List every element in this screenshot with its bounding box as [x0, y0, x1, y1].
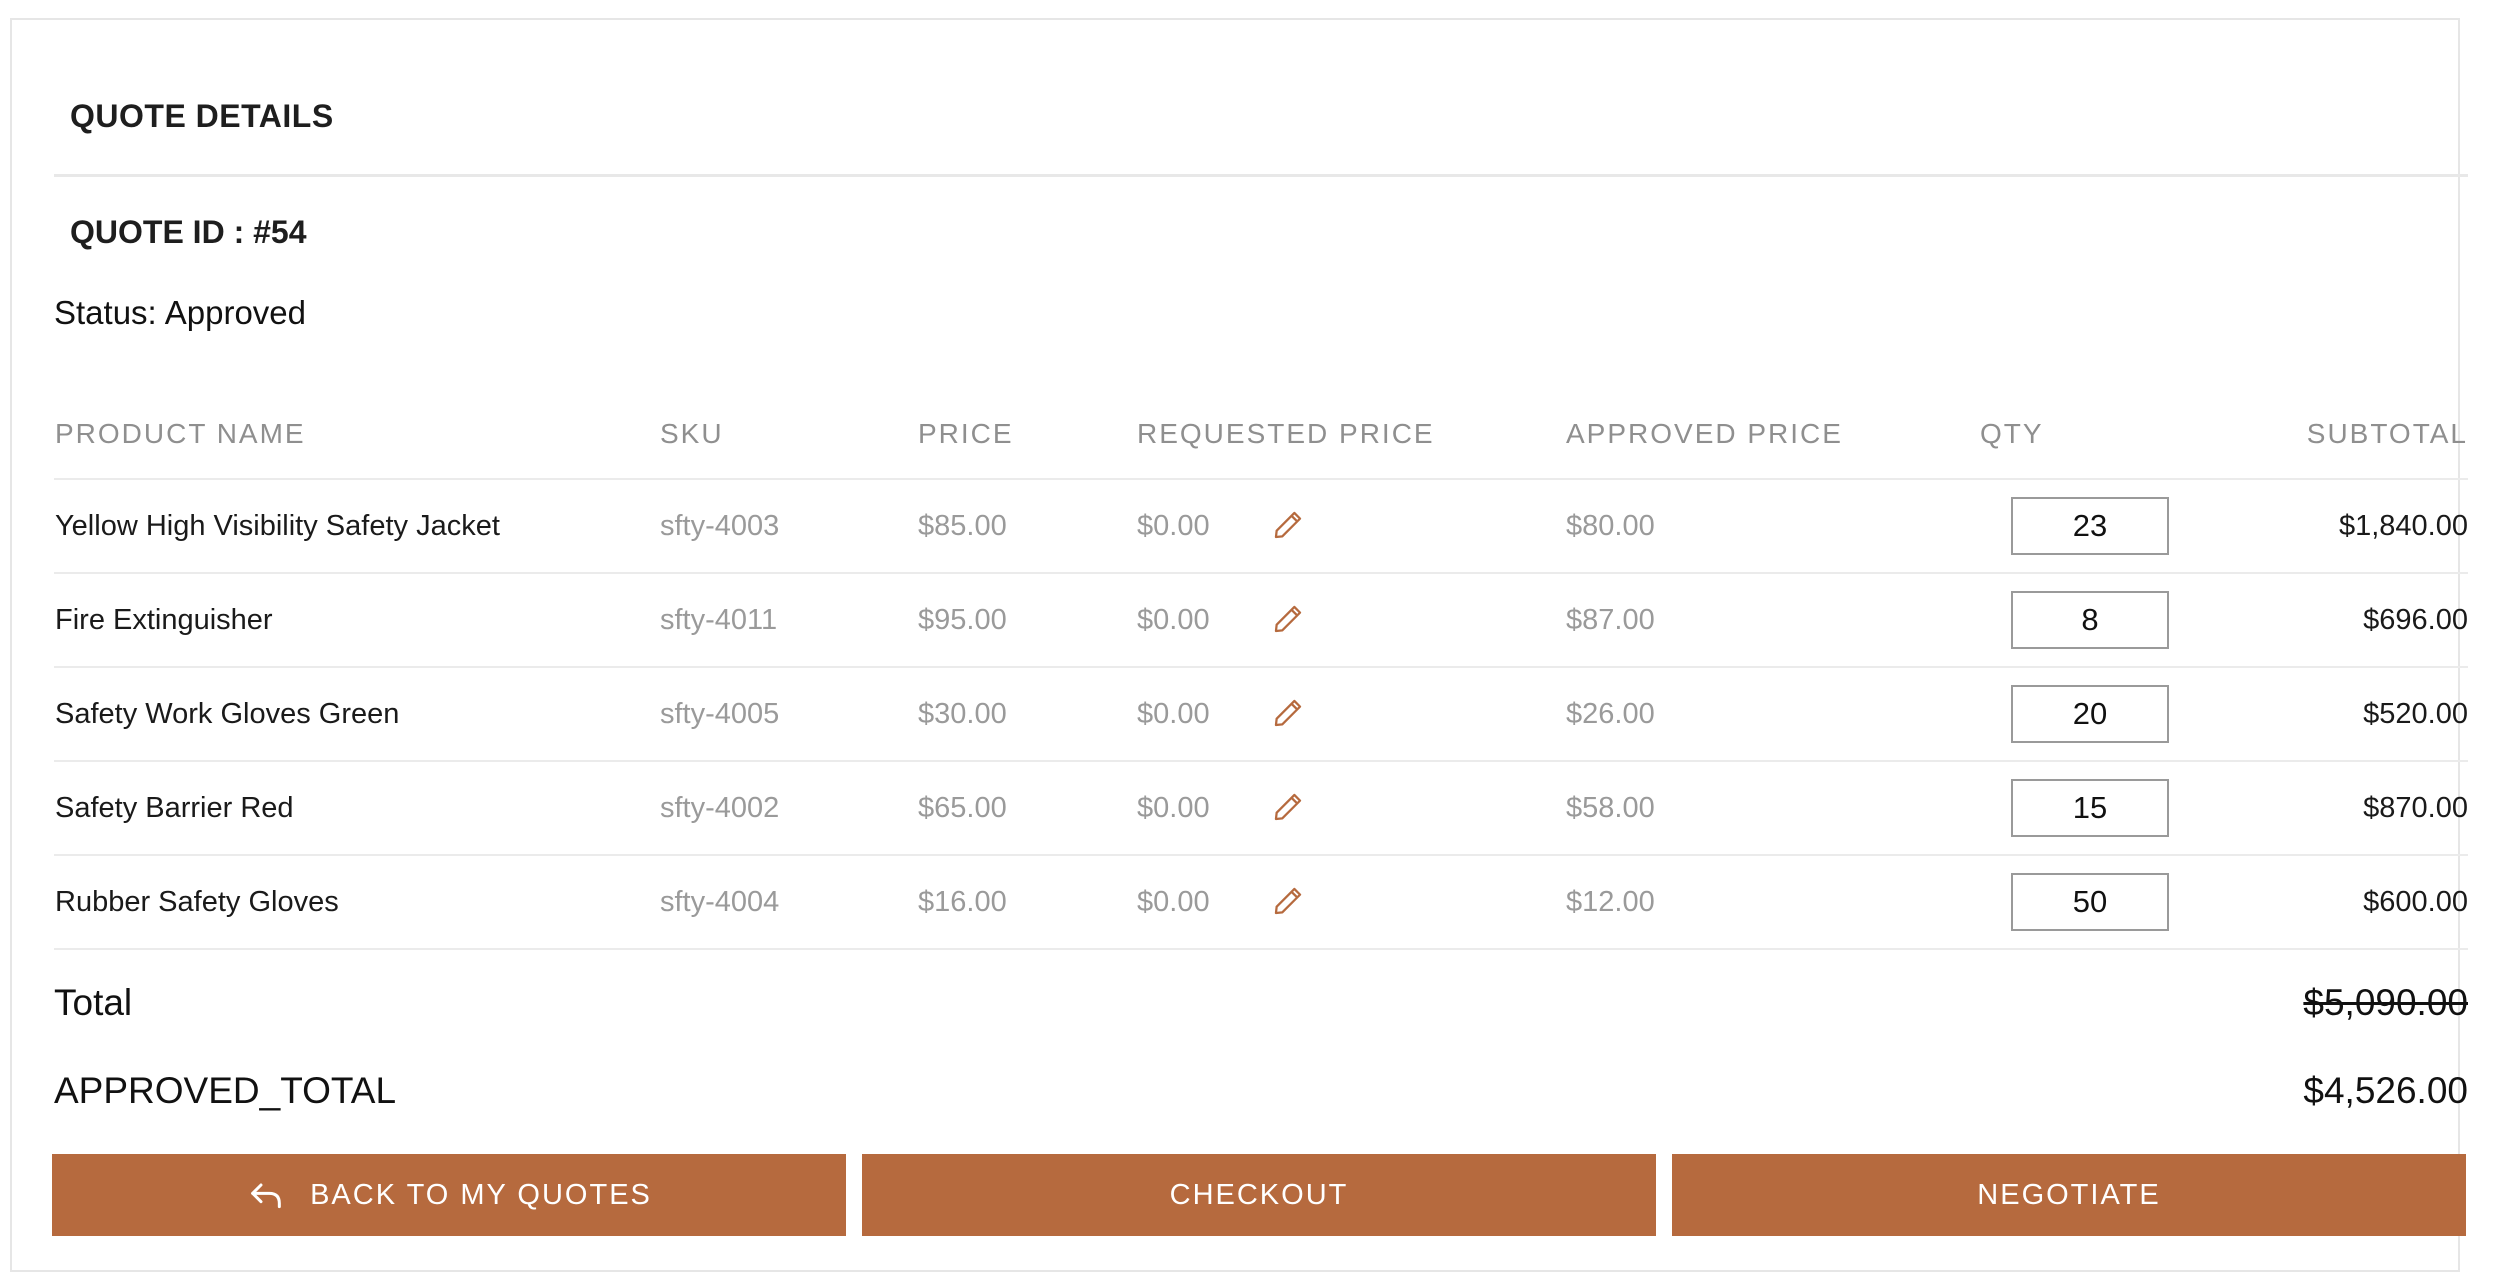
product-price: $30.00 — [918, 698, 1007, 730]
total-label: Total — [54, 982, 133, 1023]
requested-price: $0.00 — [1137, 604, 1210, 636]
title-divider — [54, 174, 2468, 177]
qty-input[interactable] — [2011, 873, 2169, 931]
header-subtotal: SUBTOTAL — [2306, 418, 2468, 449]
table-header: PRODUCT NAME SKU PRICE REQUESTED PRICE A… — [54, 396, 2468, 480]
row-subtotal: $696.00 — [2363, 604, 2468, 636]
table-row: Fire Extinguisher sfty-4011 $95.00 $0.00 $87… — [54, 574, 2468, 668]
qty-input[interactable] — [2011, 497, 2169, 555]
pencil-icon[interactable] — [1271, 696, 1305, 730]
total-value: $5,090.00 — [2303, 982, 2468, 1023]
qty-input[interactable] — [2011, 779, 2169, 837]
requested-price: $0.00 — [1137, 886, 1210, 918]
back-button-label: BACK TO MY QUOTES — [310, 1178, 652, 1211]
approved-price: $58.00 — [1566, 792, 1655, 824]
product-sku: sfty-4003 — [660, 510, 780, 542]
product-sku: sfty-4005 — [660, 698, 780, 730]
header-price: PRICE — [918, 418, 1014, 449]
checkout-button[interactable]: CHECKOUT — [862, 1154, 1656, 1236]
quote-status: Status: Approved — [54, 294, 306, 332]
approved-total-value: $4,526.00 — [2303, 1070, 2468, 1111]
requested-price: $0.00 — [1137, 698, 1210, 730]
back-to-my-quotes-button[interactable]: BACK TO MY QUOTES — [52, 1154, 846, 1236]
product-name: Yellow High Visibility Safety Jacket — [55, 510, 500, 542]
table-row: Safety Work Gloves Green sfty-4005 $30.00 $… — [54, 668, 2468, 762]
status-label: Status: — [54, 294, 157, 331]
product-price: $65.00 — [918, 792, 1007, 824]
requested-price: $0.00 — [1137, 792, 1210, 824]
pencil-icon[interactable] — [1271, 884, 1305, 918]
header-qty: QTY — [1980, 418, 2044, 449]
header-product-name: PRODUCT NAME — [55, 418, 306, 449]
status-value: Approved — [164, 294, 306, 331]
product-name: Fire Extinguisher — [55, 604, 273, 636]
product-price: $85.00 — [918, 510, 1007, 542]
product-name: Safety Barrier Red — [55, 792, 294, 824]
row-subtotal: $600.00 — [2363, 886, 2468, 918]
approved-price: $12.00 — [1566, 886, 1655, 918]
product-price: $95.00 — [918, 604, 1007, 636]
qty-input[interactable] — [2011, 685, 2169, 743]
checkout-button-label: CHECKOUT — [1169, 1178, 1349, 1211]
product-sku: sfty-4002 — [660, 792, 780, 824]
product-sku: sfty-4004 — [660, 886, 780, 918]
product-name: Rubber Safety Gloves — [55, 886, 339, 918]
row-subtotal: $1,840.00 — [2338, 510, 2468, 542]
page-title: QUOTE DETAILS — [70, 98, 334, 134]
table-row: Safety Barrier Red sfty-4002 $65.00 $0.00 $5… — [54, 762, 2468, 856]
qty-input[interactable] — [2011, 591, 2169, 649]
header-approved-price: APPROVED PRICE — [1566, 418, 1843, 449]
quote-details-card: QUOTE DETAILS QUOTE ID : #54 Status: Appr… — [10, 18, 2468, 1272]
approved-total-label: APPROVED_TOTAL — [54, 1070, 397, 1111]
table-row: Yellow High Visibility Safety Jacket sfty… — [54, 480, 2468, 574]
approved-price: $80.00 — [1566, 510, 1655, 542]
product-sku: sfty-4011 — [660, 604, 778, 636]
table-row: Rubber Safety Gloves sfty-4004 $16.00 $0.00… — [54, 856, 2468, 950]
approved-price: $26.00 — [1566, 698, 1655, 730]
pencil-icon[interactable] — [1271, 602, 1305, 636]
product-name: Safety Work Gloves Green — [55, 698, 400, 730]
row-subtotal: $520.00 — [2363, 698, 2468, 730]
approved-price: $87.00 — [1566, 604, 1655, 636]
negotiate-button-label: NEGOTIATE — [1977, 1178, 2161, 1211]
header-requested-price: REQUESTED PRICE — [1137, 418, 1435, 449]
negotiate-button[interactable]: NEGOTIATE — [1672, 1154, 2466, 1236]
pencil-icon[interactable] — [1271, 508, 1305, 542]
quote-id: QUOTE ID : #54 — [70, 214, 307, 250]
product-price: $16.00 — [918, 886, 1007, 918]
row-subtotal: $870.00 — [2363, 792, 2468, 824]
reply-arrow-icon — [251, 1183, 281, 1209]
requested-price: $0.00 — [1137, 510, 1210, 542]
pencil-icon[interactable] — [1271, 790, 1305, 824]
header-sku: SKU — [660, 418, 724, 449]
